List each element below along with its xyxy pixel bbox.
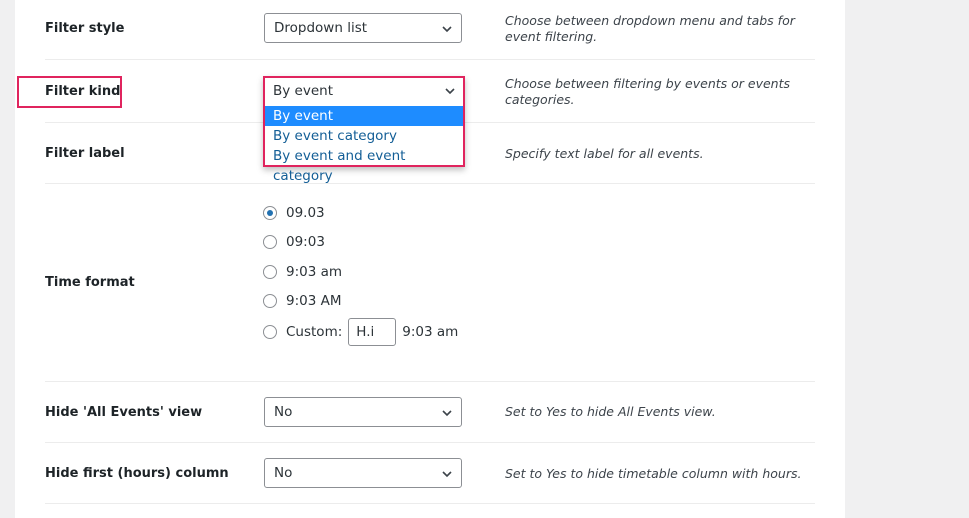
row-time-format [45, 184, 815, 382]
filter-kind-option[interactable]: By event and event category [265, 146, 463, 184]
radio-button[interactable] [263, 325, 277, 339]
time-format-option[interactable]: 9:03 AM [263, 291, 342, 311]
radio-button-checked[interactable] [263, 206, 277, 220]
hide-all-events-label: Hide 'All Events' view [45, 405, 203, 420]
hide-hours-column-description: Set to Yes to hide timetable column with… [505, 466, 802, 481]
hide-hours-column-value: No [274, 465, 293, 481]
filter-label-description: Specify text label for all events. [505, 146, 704, 161]
time-format-custom-input[interactable]: H.i [348, 318, 397, 346]
hide-all-events-value: No [274, 404, 293, 420]
time-format-label: Time format [45, 275, 135, 290]
time-format-custom-preview: 9:03 am [402, 324, 459, 340]
chevron-down-icon [445, 88, 455, 95]
filter-style-description: Choose between dropdown menu and tabs fo… [505, 13, 795, 44]
chevron-down-icon [442, 410, 452, 417]
time-format-option-label: 9:03 am [286, 264, 343, 280]
time-format-option-label: 09:03 [286, 234, 325, 250]
time-format-option-label: 9:03 AM [286, 293, 342, 309]
hide-all-events-description: Set to Yes to hide All Events view. [505, 404, 716, 419]
hide-all-events-select[interactable]: No [264, 397, 462, 427]
filter-style-value: Dropdown list [274, 20, 368, 36]
filter-style-select[interactable]: Dropdown list [264, 13, 462, 43]
filter-kind-select[interactable]: By event By event By event category By e… [263, 76, 465, 184]
filter-kind-option[interactable]: By event [265, 106, 463, 126]
filter-style-label: Filter style [45, 21, 125, 36]
filter-kind-select-head[interactable]: By event [265, 78, 463, 105]
chevron-down-icon [442, 471, 452, 478]
radio-button[interactable] [263, 294, 277, 308]
radio-button[interactable] [263, 235, 277, 249]
filter-kind-option[interactable]: By event category [265, 126, 463, 146]
radio-button[interactable] [263, 265, 277, 279]
filter-label-label: Filter label [45, 146, 125, 161]
filter-kind-value: By event [273, 83, 333, 99]
hide-hours-column-label: Hide first (hours) column [45, 466, 229, 481]
chevron-down-icon [442, 26, 452, 33]
filter-kind-description: Choose between filtering by events or ev… [505, 76, 790, 107]
time-format-option[interactable]: 9:03 am [263, 262, 342, 282]
time-format-option[interactable]: 09.03 [263, 203, 325, 223]
time-format-option[interactable]: 09:03 [263, 232, 325, 252]
time-format-custom-label: Custom: [286, 324, 343, 340]
filter-kind-label: Filter kind [45, 84, 121, 99]
time-format-custom-option[interactable]: Custom: H.i 9:03 am [263, 318, 458, 346]
hide-hours-column-select[interactable]: No [264, 458, 462, 488]
time-format-option-label: 09.03 [286, 205, 325, 221]
